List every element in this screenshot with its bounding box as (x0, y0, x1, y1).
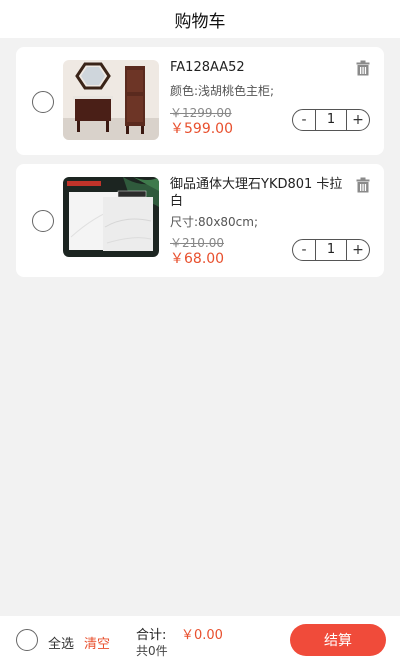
product-spec: 颜色:浅胡桃色主柜; (170, 84, 275, 98)
product-image[interactable] (63, 60, 159, 140)
quantity-value[interactable]: 1 (315, 240, 347, 260)
cart-list: FA128AA52 颜色:浅胡桃色主柜; ￥1299.00 ￥599.00 - … (0, 38, 400, 277)
product-image[interactable] (63, 177, 159, 257)
item-select-radio[interactable] (32, 210, 54, 232)
product-name[interactable]: FA128AA52 (170, 59, 350, 76)
page-title: 购物车 (174, 11, 226, 32)
sale-price: ￥68.00 (170, 251, 225, 267)
increase-button[interactable]: + (347, 240, 369, 260)
checkout-button[interactable]: 结算 (290, 624, 386, 656)
increase-button[interactable]: + (347, 110, 369, 130)
cart-item: FA128AA52 颜色:浅胡桃色主柜; ￥1299.00 ￥599.00 - … (16, 47, 384, 155)
checkout-bar: 全选 清空 合计: ￥0.00 共0件 结算 (0, 616, 400, 660)
quantity-stepper: - 1 + (292, 239, 370, 261)
item-select-radio[interactable] (32, 91, 54, 113)
quantity-stepper: - 1 + (292, 109, 370, 131)
quantity-value[interactable]: 1 (315, 110, 347, 130)
sale-price: ￥599.00 (170, 121, 233, 137)
decrease-button[interactable]: - (293, 240, 315, 260)
trash-icon[interactable] (356, 60, 370, 76)
decrease-button[interactable]: - (293, 110, 315, 130)
cart-item: 御品通体大理石YKD801 卡拉白 尺寸:80x80cm; ￥210.00 ￥6… (16, 164, 384, 277)
clear-button[interactable]: 清空 (84, 633, 110, 652)
trash-icon[interactable] (356, 177, 370, 193)
total-label: 合计: (136, 628, 167, 643)
select-all-radio[interactable] (16, 629, 38, 651)
product-name[interactable]: 御品通体大理石YKD801 卡拉白 (170, 176, 350, 210)
nav-bar: 购物车 (0, 0, 400, 38)
select-all-label[interactable]: 全选 (48, 633, 74, 652)
item-count: 共0件 (136, 644, 168, 658)
total-amount: ￥0.00 (181, 628, 223, 643)
product-spec: 尺寸:80x80cm; (170, 215, 259, 229)
